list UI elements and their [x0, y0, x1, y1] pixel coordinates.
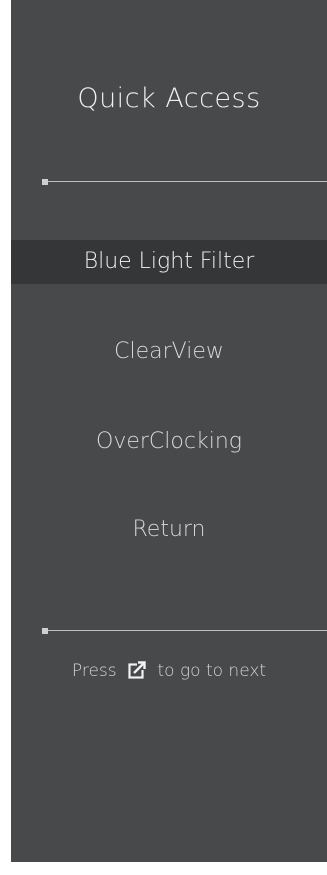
hint-prefix: Press — [71, 661, 117, 681]
divider-bottom — [42, 626, 327, 636]
menu-item-return[interactable]: Return — [11, 508, 327, 552]
quick-access-panel: Quick Access Blue Light Filter ClearView… — [11, 0, 327, 862]
menu-item-clearview[interactable]: ClearView — [11, 330, 327, 374]
panel-title: Quick Access — [77, 83, 261, 114]
divider-marker — [42, 179, 48, 185]
menu-item-blue-light-filter[interactable]: Blue Light Filter — [11, 240, 327, 284]
hint-suffix: to go to next — [157, 661, 267, 681]
external-link-icon — [128, 661, 147, 679]
divider-top — [42, 177, 327, 187]
menu-item-overclocking[interactable]: OverClocking — [11, 420, 327, 464]
divider-line — [48, 630, 327, 631]
navigation-hint: Press to go to next — [11, 661, 327, 681]
divider-marker — [42, 628, 48, 634]
divider-line — [48, 181, 327, 182]
